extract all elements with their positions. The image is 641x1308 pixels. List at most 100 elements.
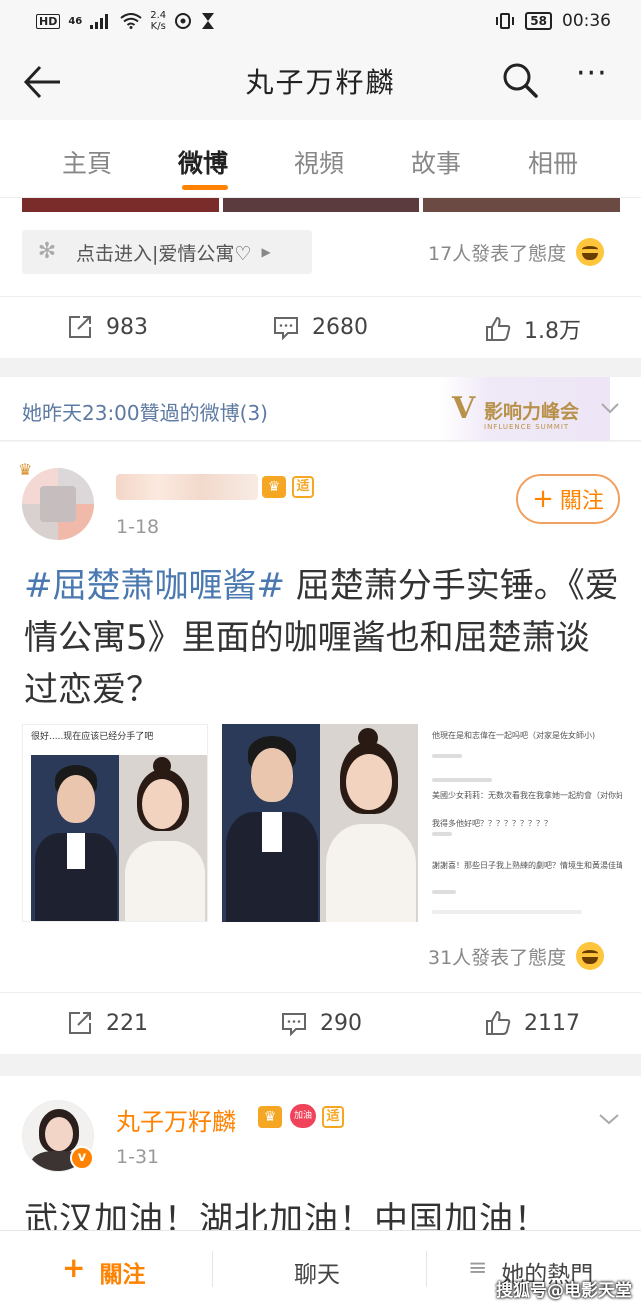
back-arrow-icon[interactable]	[22, 62, 64, 102]
signal-icon	[90, 14, 109, 29]
post-1-reactions[interactable]: 17人發表了態度	[428, 238, 605, 266]
follow-label: 關注	[559, 489, 604, 514]
reactions-text: 17人發表了態度	[428, 242, 567, 265]
speed-value: 2.4	[150, 10, 167, 21]
app-notification-icon	[175, 13, 192, 29]
clock: 00:36	[562, 11, 611, 31]
hd-indicator: HD	[36, 13, 61, 29]
active-tab-indicator	[182, 185, 228, 190]
post-image-1[interactable]: 很好.....现在应该已经分手了吧	[22, 724, 208, 922]
photo-woman	[119, 755, 207, 921]
laugh-emoji-icon	[576, 942, 605, 970]
chat-line-2: 美國少女莉莉：无数次看我在我拿她一起約會（对你好女孩小薯)	[432, 791, 622, 800]
network-type: 46	[68, 15, 83, 27]
battery-level: 58	[525, 12, 552, 30]
repost-button[interactable]: 983	[66, 313, 148, 341]
thumbs-up-icon	[486, 1010, 511, 1035]
liked-posts-text: 她昨天23:00贊過的微博(3)	[22, 401, 268, 425]
badge-text: 影响力峰会	[484, 401, 580, 423]
search-icon[interactable]	[500, 60, 540, 100]
vibrate-icon	[496, 13, 515, 29]
laugh-emoji-icon	[576, 238, 605, 266]
influence-summit-badge: V 影响力峰会 INFLUENCE SUMMIT	[440, 377, 610, 441]
weibo-profile-screen: HD 46 2.4 K/s 58 00:36 丸子万籽麟 ··· 主頁 微博 視…	[0, 0, 641, 1308]
like-button[interactable]: 1.8万	[484, 313, 581, 345]
chevron-down-icon[interactable]	[598, 1112, 620, 1126]
photo-woman-large	[320, 724, 418, 922]
post-3-username[interactable]: 丸子万籽麟	[116, 1102, 236, 1137]
chat-line-1: 他現在是和志偉在一起吗吧（对家是佐女師小)	[432, 731, 596, 740]
tab-albums[interactable]: 相冊	[528, 144, 578, 180]
photo-man-large	[222, 724, 320, 922]
like-count: 2117	[524, 1010, 580, 1036]
post-2-time: 1-18	[116, 516, 160, 538]
image-1-caption: 很好.....现在应该已经分手了吧	[31, 732, 154, 742]
comment-button[interactable]: 2680	[272, 313, 368, 341]
watermark: 搜狐号@电影天堂	[496, 1281, 632, 1301]
vip-icon: ♛	[262, 476, 286, 498]
repost-icon	[69, 1012, 91, 1034]
reactions-text: 31人發表了態度	[428, 946, 567, 969]
avatar-blurred[interactable]	[22, 468, 94, 540]
crown-icon: ♛	[18, 460, 33, 479]
tab-home[interactable]: 主頁	[62, 144, 112, 180]
chevron-down-icon[interactable]	[600, 401, 620, 415]
badge-v: V	[452, 391, 476, 426]
list-icon: ≡	[468, 1255, 488, 1281]
post-2-reactions[interactable]: 31人發表了態度	[428, 942, 605, 970]
repost-count: 983	[106, 314, 148, 340]
repost-icon	[69, 316, 91, 338]
heart-badge: 加油	[290, 1104, 316, 1128]
post-1-actions: 983 2680 1.8万	[0, 296, 641, 360]
verified-badge: v	[70, 1146, 94, 1170]
bottom-follow-button[interactable]: + 關注	[62, 1251, 146, 1289]
thumbs-up-icon	[486, 316, 511, 341]
hashtag-link[interactable]: #屈楚萧咖喱酱#	[24, 566, 285, 606]
topic-chip[interactable]: ✻ 点击进入|爱情公寓♡ ▶	[22, 230, 312, 274]
chat-line-4: 謝謝喜！那些日子我上熟練的劇吧？情境生和黃湯佳瑋新的開拍在一起沒	[432, 861, 622, 870]
comment-button[interactable]: 290	[280, 1009, 362, 1037]
post-3-time: 1-31	[116, 1146, 160, 1168]
like-button[interactable]: 2117	[484, 1009, 580, 1037]
page-title: 丸子万籽麟	[245, 66, 396, 99]
post-image-2[interactable]	[222, 724, 418, 922]
liked-posts-header[interactable]: 她昨天23:00贊過的微博(3) V 影响力峰会 INFLUENCE SUMMI…	[0, 377, 641, 441]
chat-button[interactable]: 聊天	[294, 1255, 340, 1289]
photo-man	[31, 755, 119, 921]
comment-count: 290	[320, 1010, 362, 1036]
post-1-image-strip[interactable]	[22, 198, 621, 212]
speed-unit: K/s	[150, 21, 166, 32]
chat-line-3: 我得多他好吧？？？？？？？？？	[432, 819, 552, 828]
tab-weibo[interactable]: 微博	[178, 144, 228, 180]
tab-stories[interactable]: 故事	[411, 144, 461, 180]
profile-header: 丸子万籽麟 ···	[0, 42, 641, 120]
vip-icon: ♛	[258, 1106, 282, 1128]
network-speed: 2.4 K/s	[150, 10, 166, 32]
comment-count: 2680	[312, 314, 368, 340]
fan-tag-icon: 适	[322, 1106, 344, 1128]
topic-chip-label: 点击进入|爱情公寓♡	[76, 242, 252, 265]
bottom-follow-label: 關注	[99, 1262, 146, 1288]
post-2-text: #屈楚萧咖喱酱# 屈楚萧分手实锤。《爱情公寓5》里面的咖喱酱也和屈楚萧谈过恋爱？	[24, 560, 620, 716]
more-icon[interactable]: ···	[576, 59, 624, 98]
plus-icon: +	[532, 484, 554, 514]
badge-subtext: INFLUENCE SUMMIT	[484, 423, 570, 431]
username-blurred[interactable]	[116, 474, 258, 500]
comment-icon	[274, 317, 298, 341]
fan-tag-icon: 适	[292, 476, 314, 498]
chip-arrow-icon: ▶	[261, 245, 271, 259]
post-2-actions: 221 290 2117	[0, 992, 641, 1056]
repost-button[interactable]: 221	[66, 1009, 148, 1037]
plus-icon: +	[62, 1251, 86, 1284]
post-image-3-chat-screenshot[interactable]: 他現在是和志偉在一起吗吧（对家是佐女師小) 美國少女莉莉：无数次看我在我拿她一起…	[426, 724, 622, 922]
tab-videos[interactable]: 視頻	[294, 144, 344, 180]
follow-button[interactable]: + 關注	[516, 474, 620, 524]
repost-count: 221	[106, 1010, 148, 1036]
hourglass-icon	[202, 13, 215, 29]
topic-loading-icon: ✻	[37, 239, 57, 264]
status-bar: HD 46 2.4 K/s 58 00:36	[0, 0, 641, 42]
comment-icon	[282, 1013, 306, 1037]
like-count: 1.8万	[524, 319, 581, 344]
wifi-icon	[120, 13, 142, 29]
profile-tabs: 主頁 微博 視頻 故事 相冊	[0, 120, 641, 198]
